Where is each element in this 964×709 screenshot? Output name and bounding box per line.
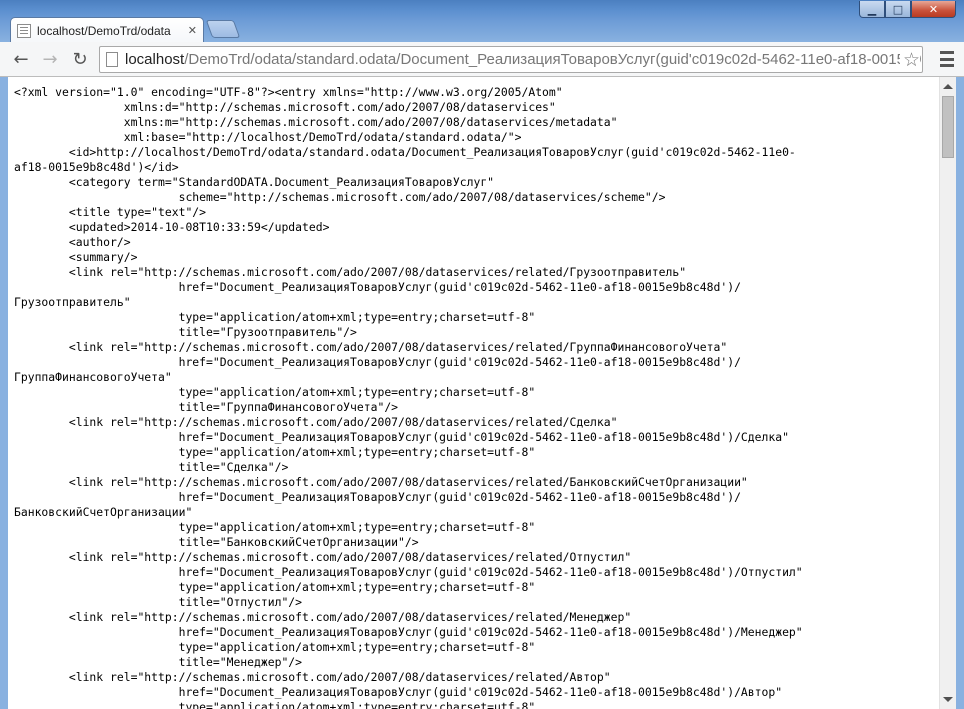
xml-line: Грузоотправитель" [14,295,131,309]
xml-line: type="application/atom+xml;type=entry;ch… [178,445,536,459]
xml-line: ГруппаФинансовогоУчета" [14,370,172,384]
page-icon [106,52,118,67]
xml-line: href="Document_РеализацияТоваровУслуг(gu… [178,625,803,639]
reload-icon[interactable]: ↻ [68,48,92,70]
tab-strip: localhost/DemoTrd/odata ✕ [0,14,964,43]
xml-line: title="Менеджер"/> [178,655,303,669]
browser-toolbar: ← → ↻ localhost/DemoTrd/odata/standard.o… [0,42,964,77]
xml-line: title="ГруппаФинансовогоУчета"/> [178,400,399,414]
xml-line: href="Document_РеализацияТоваровУслуг(gu… [178,685,783,699]
browser-window: ▁ □ ✕ localhost/DemoTrd/odata ✕ ← → ↻ lo… [0,0,964,709]
xml-line: title="Отпустил"/> [178,595,303,609]
xml-line: href="Document_РеализацияТоваровУслуг(gu… [178,565,803,579]
xml-line: scheme="http://schemas.microsoft.com/ado… [178,190,666,204]
tab-title: localhost/DemoTrd/odata [37,23,171,38]
address-bar[interactable]: localhost/DemoTrd/odata/standard.odata/D… [99,46,923,73]
xml-line: title="БанковскийСчетОрганизации"/> [178,535,419,549]
xml-line: href="Document_РеализацияТоваровУслуг(gu… [178,430,789,444]
xml-line: БанковскийСчетОрганизации" [14,505,193,519]
xml-line: <link rel="http://schemas.microsoft.com/… [68,415,618,429]
scroll-thumb[interactable] [942,96,954,158]
xml-line: <link rel="http://schemas.microsoft.com/… [68,265,687,279]
new-tab-button[interactable] [205,20,241,38]
xml-line: af18-0015e9b8c48d')</id> [14,160,179,174]
xml-line: <id>http://localhost/DemoTrd/odata/stand… [68,145,796,159]
xml-line: xml:base="http://localhost/DemoTrd/odata… [123,130,522,144]
xml-line: type="application/atom+xml;type=entry;ch… [178,520,536,534]
page-icon [17,23,31,38]
scroll-up-icon[interactable] [943,84,953,89]
xml-line: type="application/atom+xml;type=entry;ch… [178,640,536,654]
xml-line: xmlns:d="http://schemas.microsoft.com/ad… [123,100,556,114]
url-text[interactable]: localhost/DemoTrd/odata/standard.odata/D… [125,51,923,68]
xml-line: <title type="text"/> [68,205,207,219]
xml-line: href="Document_РеализацияТоваровУслуг(gu… [178,355,741,369]
tab-active[interactable]: localhost/DemoTrd/odata ✕ [10,17,204,43]
xml-line: type="application/atom+xml;type=entry;ch… [178,580,536,594]
url-path: /DemoTrd/odata/standard.odata/Document_Р… [184,51,923,68]
xml-line: <link rel="http://schemas.microsoft.com/… [68,670,611,684]
xml-line: type="application/atom+xml;type=entry;ch… [178,310,536,324]
xml-line: title="Сделка"/> [178,460,289,474]
hamburger-menu-icon[interactable] [940,51,954,67]
xml-line: <summary/> [68,250,138,264]
xml-document: <?xml version="1.0" encoding="UTF-8"?><e… [8,77,956,709]
xml-line: <updated>2014-10-08T10:33:59</updated> [68,220,330,234]
xml-line: title="Грузоотправитель"/> [178,325,357,339]
xml-line: href="Document_РеализацияТоваровУслуг(gu… [178,490,741,504]
xml-line: <?xml version="1.0" encoding="UTF-8"?><e… [14,85,563,99]
xml-line: <author/> [68,235,131,249]
back-arrow-icon[interactable]: ← [9,48,33,70]
xml-line: xmlns:m="http://schemas.microsoft.com/ad… [123,115,618,129]
url-host: localhost [125,51,185,68]
xml-line: type="application/atom+xml;type=entry;ch… [178,700,536,709]
xml-line: <link rel="http://schemas.microsoft.com/… [68,340,728,354]
xml-line: <link rel="http://schemas.microsoft.com/… [68,550,632,564]
forward-arrow-icon[interactable]: → [38,48,62,70]
page-content: <?xml version="1.0" encoding="UTF-8"?><e… [8,77,956,709]
xml-line: <link rel="http://schemas.microsoft.com/… [68,610,632,624]
scroll-down-icon[interactable] [943,697,953,702]
vertical-scrollbar[interactable] [939,77,956,709]
bookmark-star-icon[interactable]: ☆ [899,49,920,71]
xml-line: <category term="StandardODATA.Document_Р… [68,175,495,189]
tab-close-icon[interactable]: ✕ [188,24,197,37]
xml-line: type="application/atom+xml;type=entry;ch… [178,385,536,399]
xml-line: <link rel="http://schemas.microsoft.com/… [68,475,748,489]
xml-line: href="Document_РеализацияТоваровУслуг(gu… [178,280,741,294]
